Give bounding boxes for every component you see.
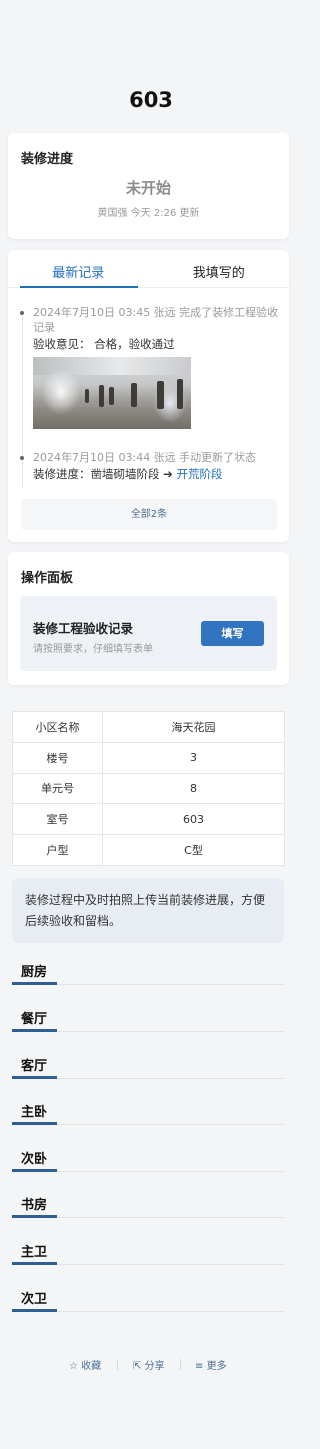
view-all-records-button[interactable]: 全部2条 (21, 499, 277, 530)
room-underline (12, 1215, 57, 1218)
favorite-label: 收藏 (81, 1361, 102, 1372)
row-value: 603 (102, 803, 285, 836)
row-key: 单元号 (12, 772, 103, 805)
room-section-kitchen[interactable]: 厨房 (12, 961, 284, 985)
progress-card: 装修进度 未开始 黄国强 今天 2:26 更新 (8, 133, 289, 239)
room-label: 主卫 (21, 1245, 48, 1260)
room-section-study[interactable]: 书房 (12, 1194, 284, 1218)
tab-my-entries[interactable]: 我填写的 (149, 262, 290, 281)
page-title: 603 (129, 88, 173, 112)
table-row: 小区名称 海天花园 (12, 711, 285, 743)
room-underline (12, 1169, 57, 1172)
property-info-table: 小区名称 海天花园 楼号 3 单元号 8 室号 603 户型 C型 (12, 711, 285, 866)
active-tab-indicator (20, 286, 138, 288)
status-link[interactable]: 开荒阶段 (176, 467, 222, 481)
operations-card: 操作面板 装修工程验收记录 请按照要求，仔细填写表单 填写 (8, 552, 289, 685)
record-meta: 2024年7月10日 03:45 张远 完成了装修工程验收记录 (33, 306, 279, 334)
records-card: 最新记录 我填写的 2024年7月10日 03:45 张远 完成了装修工程验收记… (8, 250, 289, 542)
room-section-master-bathroom[interactable]: 主卫 (12, 1241, 284, 1265)
room-underline (12, 1309, 57, 1312)
operations-heading: 操作面板 (21, 571, 74, 586)
row-value: 8 (102, 772, 285, 805)
form-title: 装修工程验收记录 (33, 621, 134, 636)
room-label: 主卧 (21, 1105, 48, 1120)
form-subtitle: 请按照要求，仔细填写表单 (33, 644, 153, 655)
row-key: 小区名称 (12, 711, 103, 743)
progress-heading: 装修进度 (21, 152, 74, 167)
timeline-item: 2024年7月10日 03:44 张远 手动更新了状态 装修进度：凿墙砌墙阶段 … (20, 450, 282, 488)
room-underline (12, 1029, 57, 1032)
room-label: 厨房 (21, 965, 48, 980)
record-detail-prefix: 装修进度：凿墙砌墙阶段 ➔ (33, 467, 177, 481)
record-detail: 验收意见： 合格，验收通过 (33, 337, 175, 351)
room-section-second-bedroom[interactable]: 次卧 (12, 1148, 284, 1172)
more-label: 更多 (206, 1361, 227, 1372)
room-label: 餐厅 (21, 1012, 48, 1027)
row-value: 3 (102, 741, 285, 774)
timeline-dot (20, 311, 24, 315)
footer-actions: ☆ 收藏 ⇱ 分享 ≡ 更多 (0, 1357, 302, 1373)
row-value: C型 (102, 834, 285, 866)
room-underline (12, 1122, 57, 1125)
timeline-item: 2024年7月10日 03:45 张远 完成了装修工程验收记录 验收意见： 合格… (20, 305, 282, 467)
acceptance-form-panel: 装修工程验收记录 请按照要求，仔细填写表单 填写 (20, 596, 277, 671)
room-underline (12, 982, 57, 985)
room-underline (12, 1262, 57, 1265)
row-value: 海天花园 (102, 711, 285, 743)
room-section-master-bedroom[interactable]: 主卧 (12, 1101, 284, 1125)
share-label: 分享 (144, 1361, 165, 1372)
tab-latest-records[interactable]: 最新记录 (8, 262, 149, 281)
table-row: 楼号 3 (12, 741, 285, 774)
footer-divider (180, 1359, 181, 1370)
fill-form-button[interactable]: 填写 (201, 621, 264, 646)
menu-icon: ≡ (195, 1361, 204, 1372)
share-icon: ⇱ (133, 1361, 142, 1372)
room-label: 书房 (21, 1198, 48, 1213)
progress-update-meta: 黄国强 今天 2:26 更新 (97, 208, 200, 219)
records-tabs: 最新记录 我填写的 (8, 250, 289, 288)
room-section-second-bathroom[interactable]: 次卫 (12, 1288, 284, 1312)
row-key: 楼号 (12, 741, 103, 774)
table-row: 单元号 8 (12, 772, 285, 805)
star-icon: ☆ (69, 1361, 78, 1372)
room-section-living[interactable]: 客厅 (12, 1055, 284, 1079)
footer-divider (117, 1359, 118, 1370)
room-label: 客厅 (21, 1059, 48, 1074)
more-button[interactable]: ≡ 更多 (195, 1357, 227, 1372)
table-row: 户型 C型 (12, 834, 285, 866)
room-label: 次卫 (21, 1292, 48, 1307)
row-key: 室号 (12, 803, 103, 836)
timeline-line (21, 462, 23, 488)
timeline-line (21, 317, 23, 467)
record-meta: 2024年7月10日 03:44 张远 手动更新了状态 (33, 451, 257, 464)
row-key: 户型 (12, 834, 103, 866)
timeline-dot (20, 456, 24, 460)
record-detail: 装修进度：凿墙砌墙阶段 ➔ 开荒阶段 (33, 466, 282, 482)
room-label: 次卧 (21, 1152, 48, 1167)
room-underline (12, 1076, 57, 1079)
room-section-dining[interactable]: 餐厅 (12, 1008, 284, 1032)
share-button[interactable]: ⇱ 分享 (133, 1357, 165, 1372)
photo-upload-notice: 装修过程中及时拍照上传当前装修进展，方便后续验收和留档。 (12, 878, 284, 943)
progress-status: 未开始 (125, 179, 171, 197)
table-row: 室号 603 (12, 803, 285, 836)
favorite-button[interactable]: ☆ 收藏 (69, 1357, 101, 1372)
record-photo[interactable] (33, 357, 191, 429)
